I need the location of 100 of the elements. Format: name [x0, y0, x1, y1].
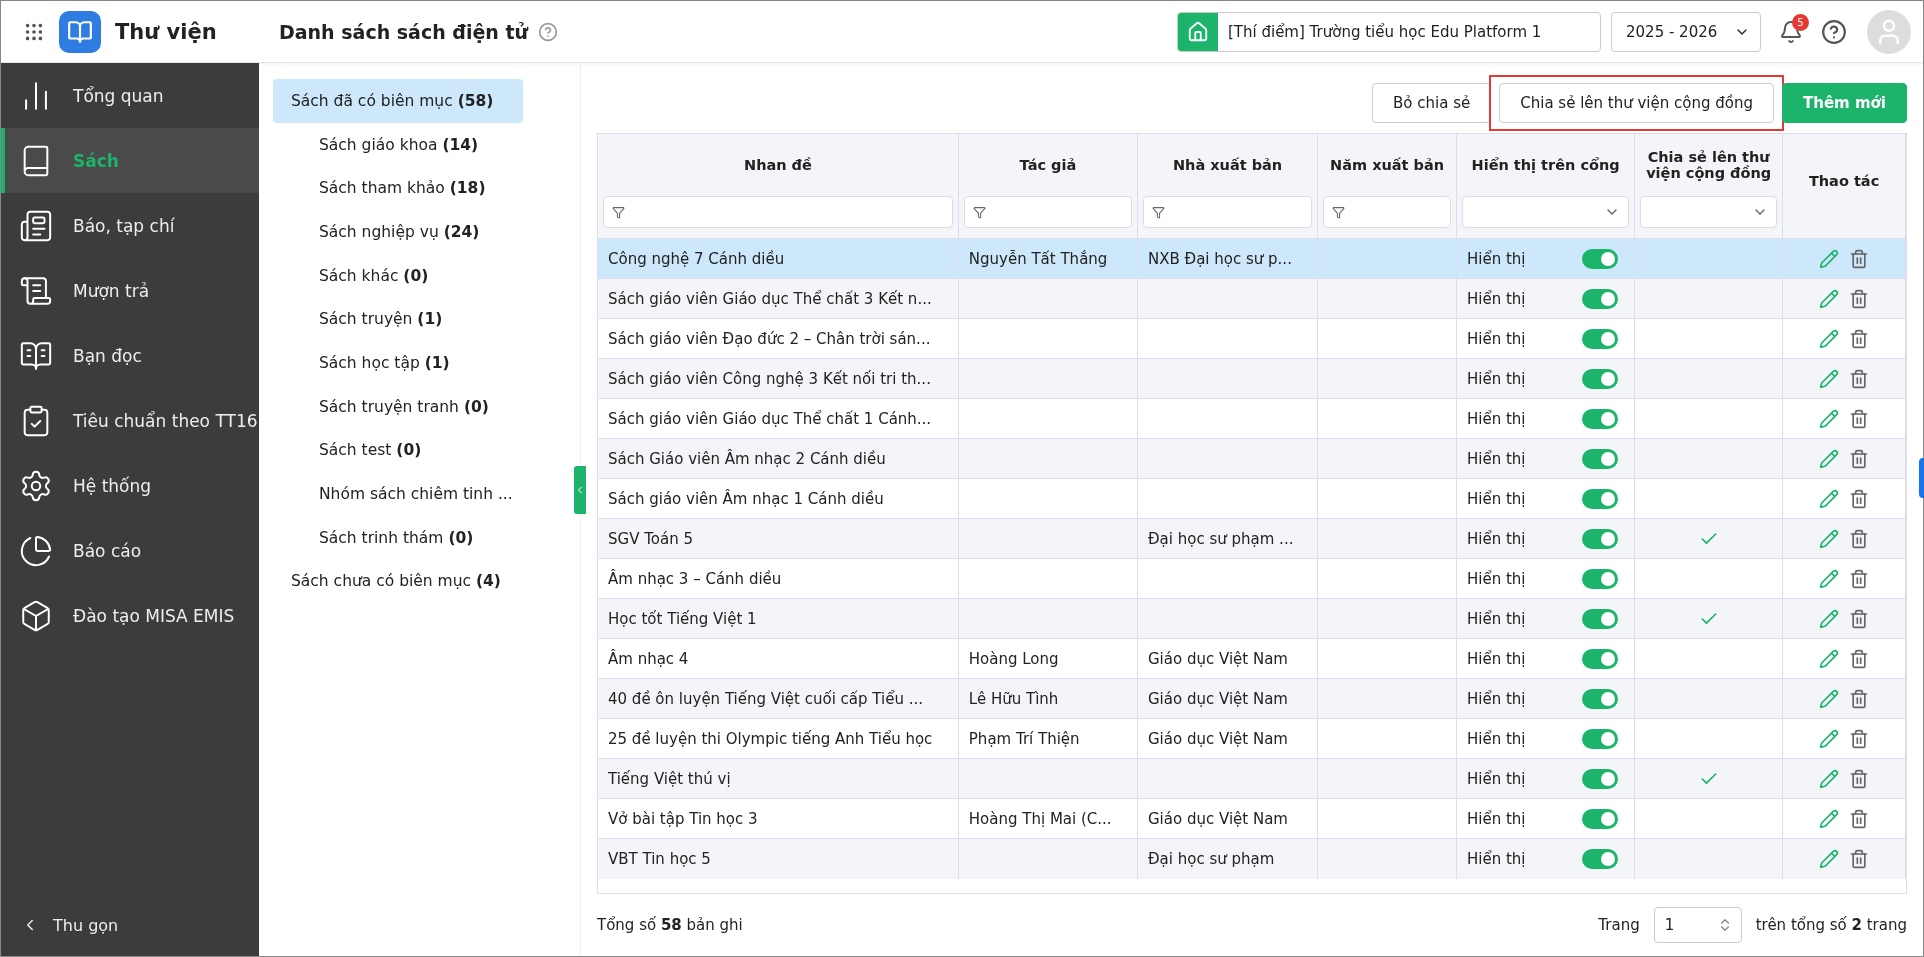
table-row[interactable]: Sách giáo viên Giáo dục Thể chất 1 Cánh... Hiển thị	[598, 398, 1906, 439]
avatar[interactable]	[1867, 9, 1911, 54]
toggle-switch[interactable]	[1582, 328, 1619, 349]
toggle-switch[interactable]	[1582, 768, 1619, 789]
trash-icon[interactable]	[1849, 688, 1870, 709]
toggle-switch[interactable]	[1582, 808, 1619, 829]
tree-item[interactable]: Sách nghiệp vụ (24)	[273, 210, 572, 254]
table-row[interactable]: Sách giáo viên Công nghệ 3 Kết nối tri th... Hiển thị	[598, 358, 1906, 399]
trash-icon[interactable]	[1849, 448, 1870, 469]
toolbar-button[interactable]: Chia sẻ lên thư viện cộng đồng	[1499, 83, 1774, 123]
table-row[interactable]: Học tốt Tiếng Việt 1 Hiển thị	[598, 598, 1906, 639]
sidebar-item[interactable]: Đào tạo MISA EMIS	[1, 583, 259, 648]
tree-item[interactable]: Sách chưa có biên mục (4)	[273, 559, 572, 604]
school-selector[interactable]: [Thí điểm] Trường tiểu học Edu Platform 1	[1177, 11, 1601, 52]
table-row[interactable]: SGV Toán 5 Đại học sư phạm ... Hiển thị	[598, 518, 1906, 559]
toggle-switch[interactable]	[1582, 608, 1619, 629]
filter-field[interactable]	[603, 196, 953, 228]
filter-field[interactable]	[963, 196, 1132, 228]
edit-icon[interactable]	[1819, 728, 1840, 749]
tree-item[interactable]: Sách tham khảo (18)	[273, 166, 572, 211]
toggle-switch[interactable]	[1582, 448, 1619, 469]
toggle-switch[interactable]	[1582, 688, 1619, 709]
edit-icon[interactable]	[1819, 648, 1840, 669]
trash-icon[interactable]	[1849, 768, 1870, 789]
sidebar-item[interactable]: Tiêu chuẩn theo TT16	[1, 388, 259, 453]
edit-icon[interactable]	[1819, 488, 1840, 509]
edit-icon[interactable]	[1819, 608, 1840, 629]
sidebar-item[interactable]: Báo cáo	[1, 518, 259, 583]
sidebar-item[interactable]: Mượn trả	[1, 258, 259, 323]
year-selector[interactable]: 2025 - 2026	[1611, 11, 1761, 52]
table-row[interactable]: VBT Tin học 5 Đại học sư phạm Hiển thị	[598, 838, 1906, 879]
trash-icon[interactable]	[1849, 488, 1870, 509]
edit-icon[interactable]	[1819, 368, 1840, 389]
toggle-switch[interactable]	[1582, 288, 1619, 309]
table-row[interactable]: Sách Giáo viên Âm nhạc 2 Cánh diều Hiển thị	[598, 438, 1906, 479]
edit-icon[interactable]	[1819, 808, 1840, 829]
edit-icon[interactable]	[1819, 528, 1840, 549]
edit-icon[interactable]	[1819, 288, 1840, 309]
edit-icon[interactable]	[1819, 768, 1840, 789]
table-row[interactable]: Sách giáo viên Âm nhạc 1 Cánh diều Hiển thị	[598, 478, 1906, 519]
toolbar-button[interactable]: Bỏ chia sẻ	[1372, 83, 1492, 123]
toggle-switch[interactable]	[1582, 368, 1619, 389]
sidebar-item[interactable]: Bạn đọc	[1, 323, 259, 388]
filter-field[interactable]	[1323, 196, 1452, 228]
toggle-switch[interactable]	[1582, 848, 1619, 869]
sidebar-item[interactable]: Hệ thống	[1, 453, 259, 518]
trash-icon[interactable]	[1849, 368, 1870, 389]
toggle-switch[interactable]	[1582, 488, 1619, 509]
tree-item[interactable]: Nhóm sách chiêm tinh ...	[273, 472, 572, 516]
edit-icon[interactable]	[1819, 328, 1840, 349]
trash-icon[interactable]	[1849, 648, 1870, 669]
table-row[interactable]: Sách giáo viên Đạo đức 2 – Chân trời sán... Hiển thị	[598, 318, 1906, 359]
sidebar-item[interactable]: Tổng quan	[1, 63, 259, 128]
tree-item[interactable]: Sách trinh thám (0)	[273, 515, 572, 560]
help-icon[interactable]	[1821, 18, 1847, 45]
table-row[interactable]: Công nghệ 7 Cánh diều Nguyễn Tất Thắng NXB Đại học sư p... Hiển thị	[598, 238, 1906, 279]
edit-icon[interactable]	[1819, 248, 1840, 269]
trash-icon[interactable]	[1849, 728, 1870, 749]
tree-item[interactable]: Sách đã có biên mục (58)	[273, 79, 523, 123]
toggle-switch[interactable]	[1582, 568, 1619, 589]
edit-icon[interactable]	[1819, 408, 1840, 429]
tree-item[interactable]: Sách test (0)	[273, 428, 572, 473]
trash-icon[interactable]	[1849, 568, 1870, 589]
tree-item[interactable]: Sách học tập (1)	[273, 341, 572, 385]
filter-dropdown[interactable]	[1640, 196, 1778, 228]
trash-icon[interactable]	[1849, 808, 1870, 829]
filter-dropdown[interactable]	[1462, 196, 1630, 228]
toggle-switch[interactable]	[1582, 528, 1619, 549]
toggle-switch[interactable]	[1582, 248, 1619, 269]
tree-item[interactable]: Sách truyện tranh (0)	[273, 384, 572, 429]
trash-icon[interactable]	[1849, 248, 1870, 269]
table-row[interactable]: Tiếng Việt thú vị Hiển thị	[598, 758, 1906, 799]
bell-icon[interactable]	[1779, 19, 1803, 44]
filter-field[interactable]	[1143, 196, 1313, 228]
trash-icon[interactable]	[1849, 528, 1870, 549]
tree-item[interactable]: Sách khác (0)	[273, 253, 572, 298]
edit-icon[interactable]	[1819, 848, 1840, 869]
edit-icon[interactable]	[1819, 568, 1840, 589]
trash-icon[interactable]	[1849, 608, 1870, 629]
page-input[interactable]: 1	[1653, 907, 1742, 943]
tree-item[interactable]: Sách giáo khoa (14)	[273, 122, 572, 167]
trash-icon[interactable]	[1849, 848, 1870, 869]
table-row[interactable]: Âm nhạc 4 Hoàng Long Giáo dục Việt Nam Hiển thị	[598, 638, 1906, 679]
sidebar-item[interactable]: Báo, tạp chí	[1, 193, 259, 258]
trash-icon[interactable]	[1849, 328, 1870, 349]
table-row[interactable]: Sách giáo viên Giáo dục Thể chất 3 Kết n... Hiển thị	[598, 278, 1906, 319]
table-row[interactable]: Vở bài tập Tin học 3 Hoàng Thị Mai (C... Giáo dục Việt Nam Hiển thị	[598, 798, 1906, 839]
toggle-switch[interactable]	[1582, 728, 1619, 749]
collapse-handle[interactable]	[574, 466, 586, 514]
collapse-button[interactable]: Thu gọn	[1, 894, 259, 956]
trash-icon[interactable]	[1849, 408, 1870, 429]
edit-icon[interactable]	[1819, 448, 1840, 469]
table-row[interactable]: Âm nhạc 3 – Cánh diều Hiển thị	[598, 558, 1906, 599]
toggle-switch[interactable]	[1582, 648, 1619, 669]
table-row[interactable]: 40 đề ôn luyện Tiếng Việt cuối cấp Tiểu ... Lê Hữu Tình Giáo dục Việt Nam Hiển thị	[598, 678, 1906, 719]
trash-icon[interactable]	[1849, 288, 1870, 309]
tree-item[interactable]: Sách truyện (1)	[273, 297, 572, 342]
toggle-switch[interactable]	[1582, 408, 1619, 429]
table-row[interactable]: 25 đề luyện thi Olympic tiếng Anh Tiểu học Phạm Trí Thiện Giáo dục Việt Nam Hiển thị	[598, 718, 1906, 759]
edit-icon[interactable]	[1819, 688, 1840, 709]
